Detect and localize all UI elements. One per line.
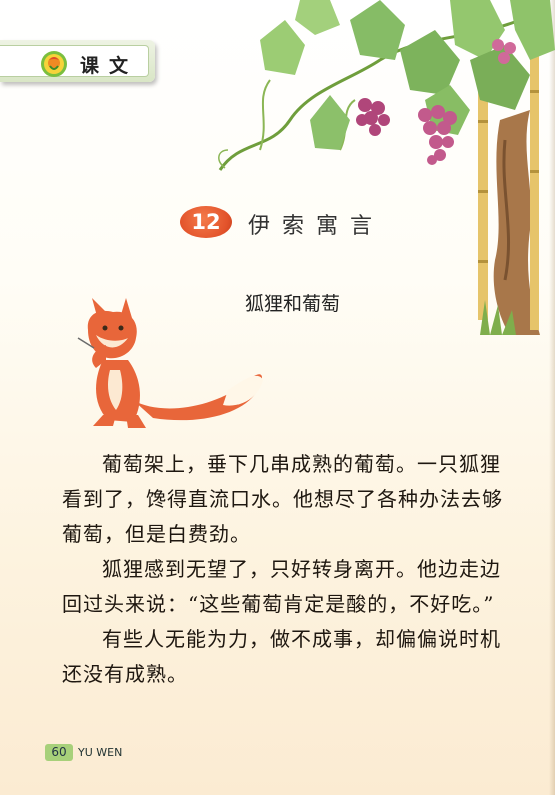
flower-icon xyxy=(41,51,67,77)
section-label: 课文 xyxy=(80,55,139,77)
section-tab-inner: 课文 xyxy=(0,45,149,77)
paragraph: 狐狸感到无望了，只好转身离开。他边走边回过头来说：“这些葡萄肯定是酸的，不好吃。… xyxy=(62,557,501,616)
section-tab: 课文 xyxy=(0,40,155,82)
paragraph: 有些人无能为力，做不成事，却偏偏说时机还没有成熟。 xyxy=(62,627,501,686)
grapevine-illustration xyxy=(218,0,555,335)
footer-label: YU WEN xyxy=(78,746,123,759)
lesson-title: 伊索寓言 xyxy=(248,214,385,239)
story-body: 葡萄架上，垂下几串成熟的葡萄。一只狐狸看到了，馋得直流口水。他想尽了各种办法去够… xyxy=(62,447,507,692)
fox-illustration xyxy=(77,298,263,428)
lesson-number-badge: 12 xyxy=(180,206,232,238)
page-number: 60 xyxy=(45,744,73,761)
paragraph: 葡萄架上，垂下几串成熟的葡萄。一只狐狸看到了，馋得直流口水。他想尽了各种办法去够… xyxy=(62,452,503,546)
